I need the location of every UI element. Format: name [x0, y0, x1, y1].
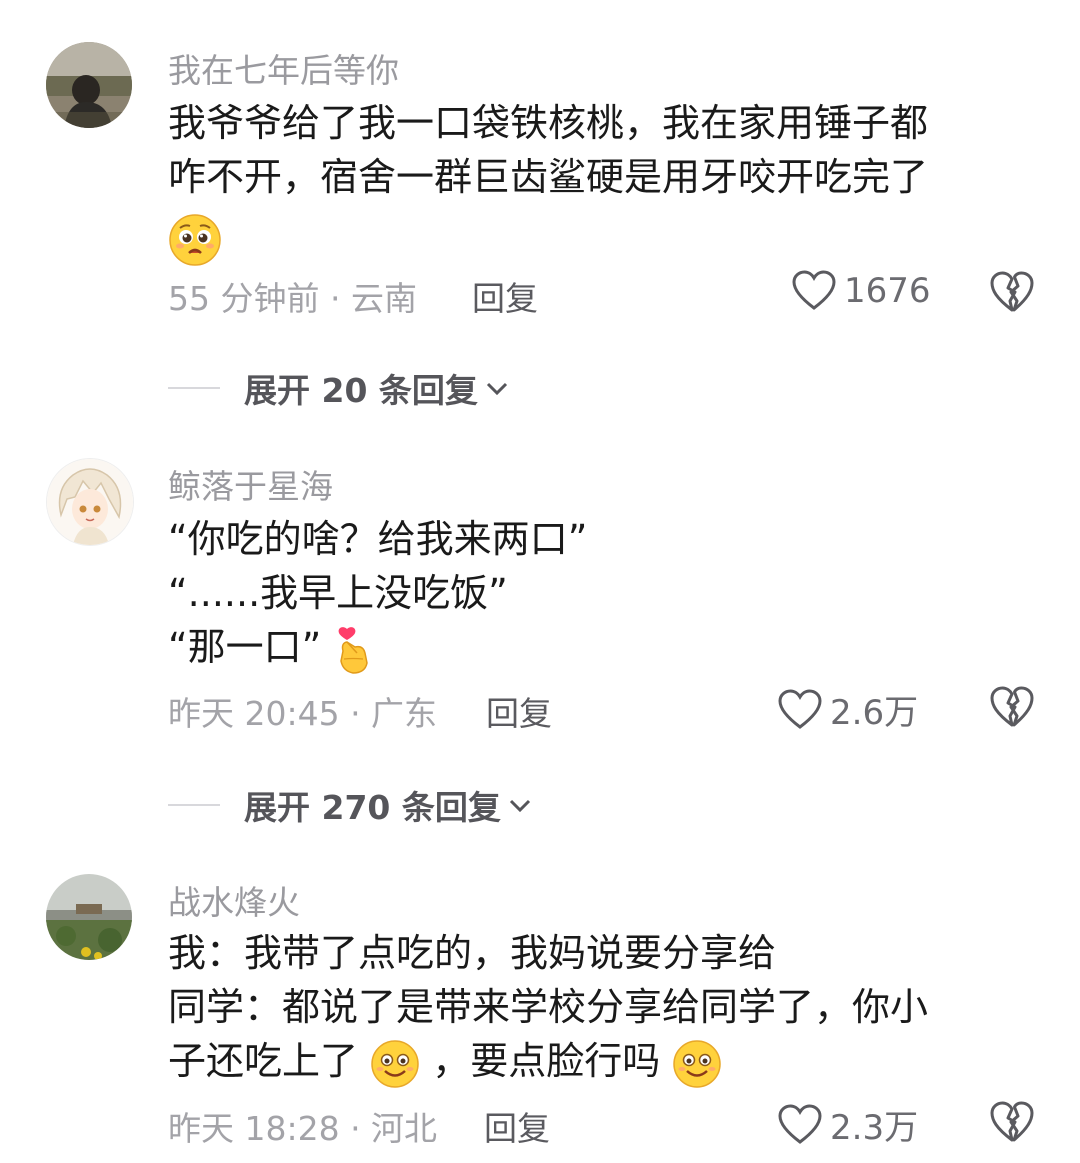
avatar[interactable] [46, 874, 132, 960]
avatar[interactable] [46, 42, 132, 128]
like-button[interactable]: 2.6万 [778, 685, 918, 734]
heart-icon [792, 270, 836, 310]
comment-text: 我爷爷给了我一口袋铁核桃，我在家用锤子都 咋不开，宿舍一群巨齿鲨硬是用牙咬开吃完… [168, 96, 1028, 272]
username[interactable]: 战水烽火 [168, 876, 300, 924]
like-count: 2.6万 [830, 693, 919, 733]
heart-icon [778, 688, 822, 729]
like-count: 1676 [844, 271, 931, 311]
comment-meta: 昨天 18:28 · 河北 [168, 1109, 438, 1148]
divider [168, 804, 220, 806]
comment-line: “你吃的啥？给我来两口” [168, 517, 588, 561]
comment-line: 子还吃上了 ，要点脸行吗 [168, 1034, 1028, 1089]
like-button[interactable]: 1676 [792, 270, 931, 312]
broken-heart-icon [990, 271, 1034, 312]
expand-replies-button[interactable]: 展开 270 条回复 [168, 781, 533, 829]
avatar[interactable] [46, 458, 134, 546]
comment-line: 我爷爷给了我一口袋铁核桃，我在家用锤子都 [168, 101, 929, 145]
expand-replies-button[interactable]: 展开 20 条回复 [168, 364, 510, 412]
broken-heart-icon [990, 1101, 1034, 1142]
comment-line: “那一口” [168, 620, 1028, 675]
finger-heart-icon [339, 626, 369, 674]
like-count: 2.3万 [830, 1108, 919, 1148]
dislike-button[interactable] [988, 270, 1036, 314]
expand-replies-label: 展开 270 条回复 [244, 788, 501, 827]
pleading-face-icon [169, 213, 221, 266]
expand-replies-label: 展开 20 条回复 [244, 371, 478, 410]
smiling-face-icon [673, 1039, 722, 1088]
comment-text: “你吃的啥？给我来两口” “......我早上没吃饭” “那一口” [168, 512, 1028, 675]
comment-line: 咋不开，宿舍一群巨齿鲨硬是用牙咬开吃完了 [168, 155, 929, 199]
comment-text: 我：我带了点吃的，我妈说要分享给 同学：都说了是带来学校分享给同学了，你小 子还… [168, 926, 1028, 1089]
comment-line: 同学：都说了是带来学校分享给同学了，你小 [168, 985, 929, 1029]
comment-meta: 昨天 20:45 · 广东 [168, 694, 438, 733]
broken-heart-icon [990, 686, 1034, 727]
comment-meta: 55 分钟前 · 云南 [168, 279, 417, 318]
dislike-button[interactable] [988, 685, 1036, 729]
chevron-down-icon [509, 799, 530, 813]
smiling-face-icon [371, 1039, 419, 1088]
username[interactable]: 我在七年后等你 [168, 44, 399, 92]
like-button[interactable]: 2.3万 [778, 1100, 918, 1149]
dislike-button[interactable] [988, 1100, 1036, 1144]
comment-line: 我：我带了点吃的，我妈说要分享给 [168, 931, 777, 975]
username[interactable]: 鲸落于星海 [168, 460, 333, 508]
reply-button[interactable]: 回复 [472, 272, 538, 320]
reply-button[interactable]: 回复 [484, 1102, 550, 1150]
reply-button[interactable]: 回复 [486, 687, 552, 735]
heart-icon [778, 1103, 822, 1144]
comment-line: “......我早上没吃饭” [168, 571, 508, 615]
divider [168, 387, 220, 389]
chevron-down-icon [486, 382, 507, 396]
